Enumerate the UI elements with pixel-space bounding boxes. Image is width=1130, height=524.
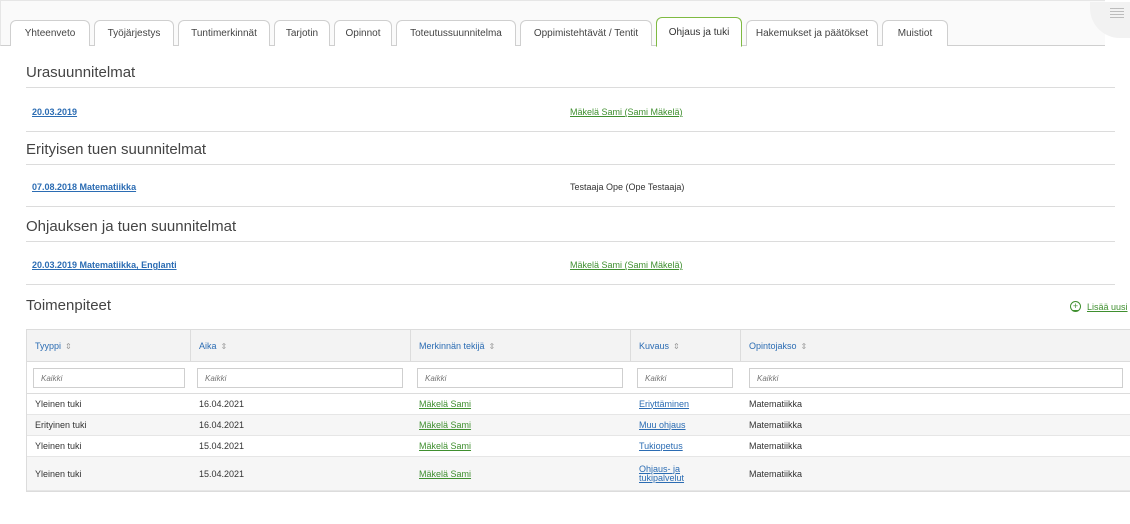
- plus-circle-icon: +: [1070, 301, 1081, 312]
- logo-icon: [1110, 8, 1124, 20]
- cell-course: Matematiikka: [749, 399, 803, 409]
- table-row: Yleinen tuki 15.04.2021 Mäkelä Sami Tuki…: [27, 436, 1130, 457]
- filter-type-input[interactable]: [33, 368, 185, 388]
- guidance-support-heading: Ohjauksen ja tuen suunnitelmat: [26, 218, 237, 235]
- table-header: Tyyppi ⇕ Aika ⇕ Merkinnän tekijä ⇕ Kuvaus ⇕ …: [27, 330, 1130, 362]
- special-support-heading: Erityisen tuen suunnitelmat: [26, 141, 207, 158]
- sort-icon: ⇕: [800, 341, 808, 351]
- tab-hakemukset[interactable]: Hakemukset ja päätökset: [746, 20, 878, 46]
- sort-icon: ⇕: [220, 341, 228, 351]
- cell-author-link[interactable]: Mäkelä Sami: [411, 457, 471, 490]
- divider: [26, 131, 1115, 132]
- column-label: Tyyppi: [35, 341, 62, 351]
- table-row: Yleinen tuki 15.04.2021 Mäkelä Sami Ohja…: [27, 457, 1130, 491]
- cell-type: Yleinen tuki: [35, 399, 82, 409]
- column-label: Aika: [199, 341, 217, 351]
- cell-course: Matematiikka: [749, 420, 803, 430]
- column-header-type[interactable]: Tyyppi ⇕: [27, 330, 191, 362]
- column-label: Merkinnän tekijä: [419, 341, 485, 351]
- cell-description-link[interactable]: Tukiopetus: [631, 436, 683, 456]
- tab-yhteenveto[interactable]: Yhteenveto: [10, 20, 90, 46]
- tab-tuntimerkinnat[interactable]: Tuntimerkinnät: [178, 20, 270, 46]
- cell-description-link[interactable]: Eriyttäminen: [631, 394, 689, 414]
- table-row: Erityinen tuki 16.04.2021 Mäkelä Sami Mu…: [27, 415, 1130, 436]
- column-header-description[interactable]: Kuvaus ⇕: [631, 330, 741, 362]
- special-support-date-link[interactable]: 07.08.2018 Matematiikka: [32, 182, 136, 192]
- tab-toteutussuunnitelma[interactable]: Toteutussuunnitelma: [396, 20, 516, 46]
- career-plan-person-link[interactable]: Mäkelä Sami (Sami Mäkelä): [570, 107, 683, 117]
- divider: [26, 284, 1115, 285]
- table-row: Yleinen tuki 16.04.2021 Mäkelä Sami Eriy…: [27, 394, 1130, 415]
- cell-time: 16.04.2021: [199, 399, 245, 409]
- column-header-author[interactable]: Merkinnän tekijä ⇕: [411, 330, 631, 362]
- column-header-time[interactable]: Aika ⇕: [191, 330, 411, 362]
- special-support-person: Testaaja Ope (Ope Testaaja): [570, 182, 685, 192]
- divider: [26, 164, 1115, 165]
- filter-description-input[interactable]: [637, 368, 733, 388]
- career-plans-heading: Urasuunnitelmat: [26, 64, 136, 81]
- add-new-link[interactable]: + Lisää uusi: [1070, 301, 1128, 312]
- divider: [26, 206, 1115, 207]
- column-label: Opintojakso: [749, 341, 797, 351]
- filter-row: [27, 362, 1130, 394]
- tab-tyojarjestys[interactable]: Työjärjestys: [94, 20, 174, 46]
- cell-type: Yleinen tuki: [35, 441, 82, 451]
- measures-table: Tyyppi ⇕ Aika ⇕ Merkinnän tekijä ⇕ Kuvaus ⇕ …: [26, 329, 1130, 492]
- cell-time: 15.04.2021: [199, 441, 245, 451]
- cell-course: Matematiikka: [749, 441, 803, 451]
- cell-author-link[interactable]: Mäkelä Sami: [411, 415, 471, 435]
- tab-bar: Yhteenveto Työjärjestys Tuntimerkinnät T…: [0, 0, 1130, 47]
- cell-time: 16.04.2021: [199, 420, 245, 430]
- sort-icon: ⇕: [673, 341, 680, 351]
- cell-author-link[interactable]: Mäkelä Sami: [411, 394, 471, 414]
- cell-type: Erityinen tuki: [35, 420, 87, 430]
- cell-course: Matematiikka: [749, 468, 803, 479]
- filter-course-input[interactable]: [749, 368, 1123, 388]
- add-new-label: Lisää uusi: [1087, 301, 1128, 312]
- divider: [26, 241, 1115, 242]
- cell-description-link[interactable]: Muu ohjaus: [631, 415, 686, 435]
- cell-author-link[interactable]: Mäkelä Sami: [411, 436, 471, 456]
- filter-time-input[interactable]: [197, 368, 403, 388]
- cell-type: Yleinen tuki: [35, 468, 82, 479]
- cell-time: 15.04.2021: [199, 468, 245, 479]
- column-label: Kuvaus: [639, 341, 670, 351]
- tab-oppimistehtavat[interactable]: Oppimistehtävät / Tentit: [520, 20, 652, 46]
- tab-muistiot[interactable]: Muistiot: [882, 20, 948, 46]
- sort-icon: ⇕: [488, 341, 496, 351]
- divider: [26, 87, 1115, 88]
- cell-description-link[interactable]: Ohjaus- ja tukipalvelut: [631, 457, 701, 490]
- tab-ohjaus-ja-tuki[interactable]: Ohjaus ja tuki: [656, 17, 742, 47]
- tab-tarjotin[interactable]: Tarjotin: [274, 20, 330, 46]
- guidance-support-person-link[interactable]: Mäkelä Sami (Sami Mäkelä): [570, 260, 683, 270]
- filter-author-input[interactable]: [417, 368, 623, 388]
- sort-icon: ⇕: [65, 341, 72, 351]
- tab-opinnot[interactable]: Opinnot: [334, 20, 392, 46]
- measures-heading: Toimenpiteet: [26, 297, 112, 314]
- career-plan-date-link[interactable]: 20.03.2019: [32, 107, 77, 117]
- column-header-course[interactable]: Opintojakso ⇕: [741, 330, 1130, 362]
- guidance-support-date-link[interactable]: 20.03.2019 Matematiikka, Englanti: [32, 260, 177, 270]
